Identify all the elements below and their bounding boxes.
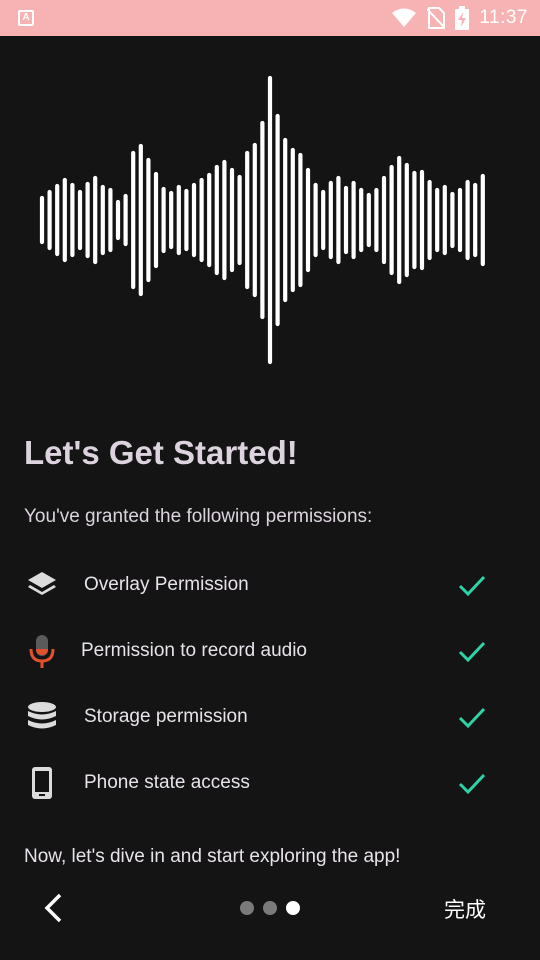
notification-app-icon: A [18, 10, 34, 26]
database-icon [28, 702, 56, 729]
layers-icon [28, 572, 56, 595]
permission-label: Permission to record audio [81, 640, 307, 661]
page-dot-2 [263, 901, 277, 915]
no-sim-icon [427, 7, 446, 29]
permissions-intro-text: You've granted the following permissions… [24, 506, 373, 527]
page-title: Let's Get Started! [24, 434, 298, 471]
back-button[interactable] [36, 890, 72, 926]
done-button[interactable]: 完成 [444, 894, 486, 924]
checkmark-icon [458, 773, 486, 795]
permission-label: Storage permission [84, 706, 248, 727]
page-dot-1 [240, 901, 254, 915]
sound-waveform-graphic [39, 75, 485, 365]
microphone-icon [29, 635, 55, 668]
onboarding-nav: 完成 [0, 884, 540, 932]
permission-label: Overlay Permission [84, 574, 249, 595]
wifi-icon [392, 8, 417, 27]
permission-item-storage: Storage permission [0, 684, 540, 750]
page-dot-3-active [286, 901, 300, 915]
battery-charging-icon [455, 6, 470, 30]
outro-text: Now, let's dive in and start exploring t… [24, 846, 401, 867]
permission-label: Phone state access [84, 772, 250, 793]
page-indicator [240, 901, 309, 915]
permission-item-overlay: Overlay Permission [0, 552, 540, 618]
checkmark-icon [458, 641, 486, 663]
permission-item-phone-state: Phone state access [0, 750, 540, 816]
onboarding-screen: A 11:37 Let's Get Started! You've grante… [0, 0, 540, 960]
clock: 11:37 [479, 7, 528, 28]
status-bar: A 11:37 [0, 0, 540, 36]
checkmark-icon [458, 575, 486, 597]
permission-item-record-audio: Permission to record audio [0, 618, 540, 684]
checkmark-icon [458, 707, 486, 729]
phone-icon [32, 767, 52, 799]
status-icons: 11:37 [381, 0, 528, 36]
chevron-left-icon [44, 893, 62, 923]
